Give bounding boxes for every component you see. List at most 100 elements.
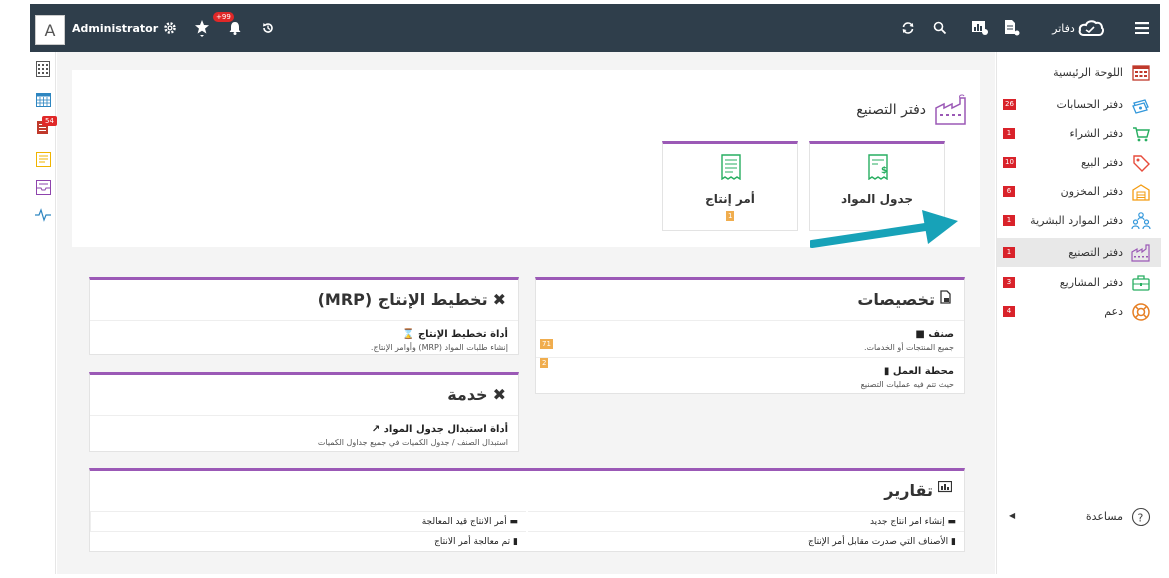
svg-text:$: $ bbox=[881, 166, 887, 176]
page-header: دفتر التصنيع bbox=[856, 90, 968, 130]
row-count: 71 bbox=[540, 339, 553, 349]
sidebar-item-count: 1 bbox=[1003, 215, 1015, 226]
sidebar-item-dashboard[interactable]: اللوحة الرئيسية bbox=[997, 58, 1161, 87]
receipt-dollar-icon: $ bbox=[868, 154, 888, 180]
briefcase-icon bbox=[1132, 275, 1150, 291]
brand-logo[interactable]: دفاتر bbox=[1038, 4, 1118, 52]
sidebar-item-count: 1 bbox=[1003, 247, 1015, 258]
dashboard-chart-icon[interactable] bbox=[968, 4, 992, 52]
reports-panel: تقارير ▬ إنشاء امر انتاج جديد ▬ أمر الان… bbox=[89, 468, 965, 552]
list-item[interactable]: محطة العمل ▮ حيث تتم فيه عمليات التصنيع … bbox=[536, 357, 964, 394]
sidebar-item-count: 6 bbox=[1003, 186, 1015, 197]
inbox-icon[interactable] bbox=[34, 178, 52, 196]
cart-icon bbox=[1133, 127, 1150, 142]
report-link[interactable]: ▬ إنشاء امر انتاج جديد bbox=[528, 511, 964, 531]
report-icon: ▬ bbox=[506, 516, 518, 527]
tile-work-order-label: أمر إنتاج bbox=[705, 192, 755, 206]
money-icon bbox=[1132, 99, 1149, 114]
row-subtitle: استبدال الصنف / جدول الكميات في جميع جدا… bbox=[317, 438, 508, 447]
sidebar-item-label: دفتر التصنيع bbox=[1068, 246, 1123, 259]
calculator-icon[interactable] bbox=[34, 60, 52, 78]
tag-icon bbox=[1133, 155, 1150, 172]
sidebar-item-label: دعم bbox=[1104, 305, 1123, 318]
report-link[interactable]: ▬ أمر الانتاج قيد المعالجة bbox=[90, 511, 526, 531]
report-icon: ▮ bbox=[510, 536, 518, 547]
brand-name: دفاتر bbox=[1052, 21, 1075, 35]
star-icon[interactable] bbox=[190, 4, 214, 52]
calendar-icon[interactable] bbox=[34, 90, 52, 108]
row-subtitle: حيث تتم فيه عمليات التصنيع bbox=[860, 380, 954, 389]
new-document-icon[interactable] bbox=[1000, 4, 1024, 52]
reports-title: تقارير bbox=[884, 481, 933, 500]
pulse-icon[interactable] bbox=[34, 206, 52, 224]
clipboard-badge: 54 bbox=[42, 116, 57, 126]
row-title: صنف ■ bbox=[915, 329, 954, 340]
sidebar-item-label: دفتر الحسابات bbox=[1056, 98, 1123, 111]
hourglass-icon: ⌛ bbox=[402, 329, 415, 340]
sidebar-item-manufacturing[interactable]: دفتر التصنيع 1 bbox=[997, 238, 1161, 267]
sidebar-item-hr[interactable]: دفتر الموارد البشرية 1 bbox=[997, 206, 1161, 235]
report-icon: ▬ bbox=[944, 516, 956, 527]
user-name[interactable]: Administrator bbox=[72, 4, 158, 52]
tile-work-order-count: 1 bbox=[726, 211, 735, 221]
row-subtitle: إنشاء طلبات المواد (MRP) وأوامر الإنتاج. bbox=[370, 343, 508, 352]
help-button[interactable]: ? مساعدة ◀ bbox=[997, 502, 1161, 531]
svg-text:?: ? bbox=[1138, 512, 1144, 525]
tools-icon: ✖ bbox=[492, 385, 506, 404]
tile-bom-label: جدول المواد bbox=[840, 192, 914, 206]
customizations-panel: تخصيصات صنف ■ جميع المنتجات أو الخدمات. … bbox=[535, 277, 965, 394]
notes-icon[interactable] bbox=[34, 150, 52, 168]
factory-icon bbox=[1131, 244, 1150, 262]
row-title: أداة تخطيط الإنتاج ⌛ bbox=[402, 329, 508, 340]
notifications-badge: +99 bbox=[213, 12, 234, 22]
sync-icon[interactable] bbox=[896, 4, 920, 52]
dashboard-icon bbox=[1132, 65, 1150, 81]
caret-left-icon[interactable]: ◀ bbox=[1009, 511, 1015, 520]
sidebar-item-count: 26 bbox=[1003, 99, 1016, 110]
history-icon[interactable] bbox=[256, 4, 280, 52]
menu-icon[interactable] bbox=[1130, 4, 1154, 52]
sidebar-item-stock[interactable]: دفتر المخزون 6 bbox=[997, 177, 1161, 206]
reports-heading: تقارير bbox=[884, 481, 952, 500]
service-panel: ✖ خدمة أداة استبدال جدول المواد ↗ استبدا… bbox=[89, 372, 519, 452]
sidebar-item-accounts[interactable]: دفتر الحسابات 26 bbox=[997, 90, 1161, 119]
report-link[interactable]: ▮ الأصناف التي صدرت مقابل أمر الإنتاج bbox=[528, 531, 964, 551]
bell-icon[interactable]: +99 bbox=[213, 4, 247, 52]
sidebar-item-label: دفتر المشاريع bbox=[1059, 276, 1123, 289]
service-heading: ✖ خدمة bbox=[447, 385, 506, 404]
sidebar-item-support[interactable]: دعم 4 bbox=[997, 297, 1161, 326]
row-title: محطة العمل ▮ bbox=[883, 366, 954, 377]
gear-icon[interactable] bbox=[158, 4, 182, 52]
sidebar-item-selling[interactable]: دفتر البيع 10 bbox=[997, 148, 1161, 177]
sidebar-item-label: دفتر المخزون bbox=[1060, 185, 1123, 198]
tools-icon: ✖ bbox=[492, 290, 506, 309]
sidebar-item-count: 3 bbox=[1003, 277, 1015, 288]
mrp-title: تخطيط الإنتاج (MRP) bbox=[317, 290, 488, 309]
left-rail: 54 bbox=[30, 52, 57, 574]
sidebar-item-purchasing[interactable]: دفتر الشراء 1 bbox=[997, 119, 1161, 148]
people-icon bbox=[1131, 212, 1151, 230]
customizations-heading: تخصيصات bbox=[857, 290, 952, 309]
sidebar-item-label: دفتر الموارد البشرية bbox=[1030, 214, 1123, 227]
sidebar-item-projects[interactable]: دفتر المشاريع 3 bbox=[997, 268, 1161, 297]
sidebar-item-label: دفتر الشراء bbox=[1069, 127, 1123, 140]
arrow-pointer-icon bbox=[810, 210, 958, 248]
list-item[interactable]: أداة تخطيط الإنتاج ⌛ إنشاء طلبات المواد … bbox=[90, 320, 518, 355]
row-count: 2 bbox=[540, 358, 549, 368]
monitor-icon bbox=[938, 481, 952, 493]
mrp-heading: ✖ تخطيط الإنتاج (MRP) bbox=[318, 290, 506, 309]
receipt-icon bbox=[721, 154, 741, 180]
list-item[interactable]: صنف ■ جميع المنتجات أو الخدمات. 71 bbox=[536, 320, 964, 357]
lifebuoy-icon bbox=[1132, 303, 1150, 321]
sidebar-item-label: دفتر البيع bbox=[1081, 156, 1123, 169]
cloud-icon bbox=[1078, 20, 1104, 36]
report-link[interactable]: ▮ تم معالجة أمر الانتاج bbox=[90, 531, 526, 551]
avatar[interactable]: A bbox=[35, 15, 65, 45]
search-icon[interactable] bbox=[928, 4, 952, 52]
row-subtitle: جميع المنتجات أو الخدمات. bbox=[863, 343, 954, 352]
tile-work-order[interactable]: أمر إنتاج 1 bbox=[662, 141, 798, 231]
question-icon: ? bbox=[1131, 507, 1151, 527]
clipboard-icon[interactable]: 54 bbox=[34, 116, 57, 136]
list-item[interactable]: أداة استبدال جدول المواد ↗ استبدال الصنف… bbox=[90, 415, 518, 452]
sidebar: اللوحة الرئيسية دفتر الحسابات 26 دفتر ال… bbox=[996, 52, 1161, 574]
